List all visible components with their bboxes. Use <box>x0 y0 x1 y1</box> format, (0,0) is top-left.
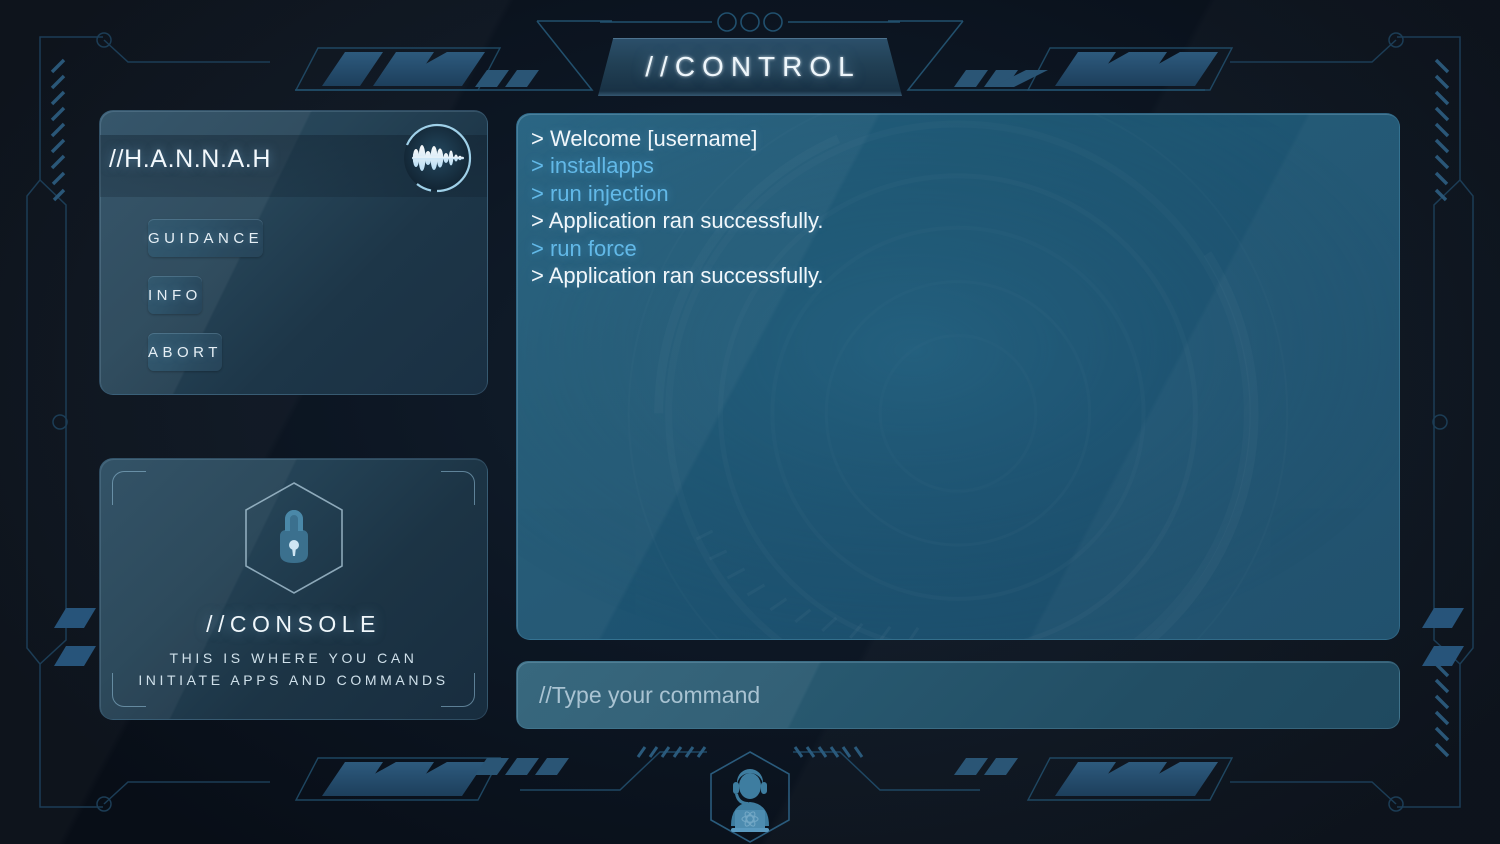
frame-ticks-left <box>50 58 66 202</box>
frame-blocks-right <box>1422 608 1464 666</box>
chevron-small-bottom-right <box>954 758 1018 775</box>
chevron-bar-top-left <box>322 52 485 86</box>
title-wing-outline <box>295 20 1205 91</box>
assistant-actions: GUIDANCE INFO ABORT <box>148 219 442 371</box>
page-title: //CONTROL <box>645 51 861 82</box>
frame-blocks-left <box>54 608 96 666</box>
command-input-wrapper[interactable] <box>516 661 1400 729</box>
window-title-bar: //CONTROL <box>0 38 1500 96</box>
title-plate: //CONTROL <box>598 38 902 96</box>
terminal-output-panel[interactable]: > Welcome [username] > installapps > run i… <box>516 113 1400 640</box>
terminal-line: > Welcome [username] <box>531 126 758 151</box>
guidance-button[interactable]: GUIDANCE <box>148 219 264 257</box>
hud-screen: //CONTROL //H.A.N.N.A.H GUIDANCE INFO AB… <box>0 0 1500 844</box>
corner-bracket-top-left <box>112 471 146 505</box>
terminal-line: > Application ran successfully. <box>531 263 824 289</box>
terminal-log: > Welcome [username] > installapps > run i… <box>531 125 1383 289</box>
chevron-bar-bottom-left <box>322 762 485 796</box>
console-description: THIS IS WHERE YOU CAN INITIATE APPS AND … <box>108 647 479 691</box>
console-title: //CONSOLE <box>206 611 381 637</box>
terminal-line: > run force <box>531 235 637 261</box>
console-info-panel: //CONSOLE THIS IS WHERE YOU CAN INITIATE… <box>99 458 488 720</box>
chevron-small-bottom-left <box>475 758 569 775</box>
frame-ticks-right <box>1434 58 1450 758</box>
abort-button[interactable]: ABORT <box>148 333 222 371</box>
assistant-name: //H.A.N.N.A.H <box>109 145 271 173</box>
lock-hexagon-icon <box>244 482 343 594</box>
command-input[interactable] <box>517 662 1399 728</box>
chevron-small-top-left <box>475 70 539 87</box>
console-description-line-2: INITIATE APPS AND COMMANDS <box>138 672 449 688</box>
assistant-panel: //H.A.N.N.A.H GUIDANCE INFO ABORT <box>99 110 488 395</box>
waveform-icon[interactable] <box>399 120 475 196</box>
operator-headset-icon <box>710 751 790 843</box>
title-dot-rule <box>600 12 900 32</box>
chevron-small-top-right <box>954 70 1048 87</box>
console-description-line-1: THIS IS WHERE YOU CAN <box>169 650 418 666</box>
info-button[interactable]: INFO <box>148 276 202 314</box>
chevron-bar-top-right <box>1055 52 1218 86</box>
terminal-line: > run injection <box>531 180 669 206</box>
terminal-line: > Application ran successfully. <box>531 208 824 234</box>
terminal-line: > installapps <box>531 153 654 179</box>
corner-bracket-top-right <box>441 471 475 505</box>
chevron-bar-bottom-right <box>1055 762 1218 796</box>
